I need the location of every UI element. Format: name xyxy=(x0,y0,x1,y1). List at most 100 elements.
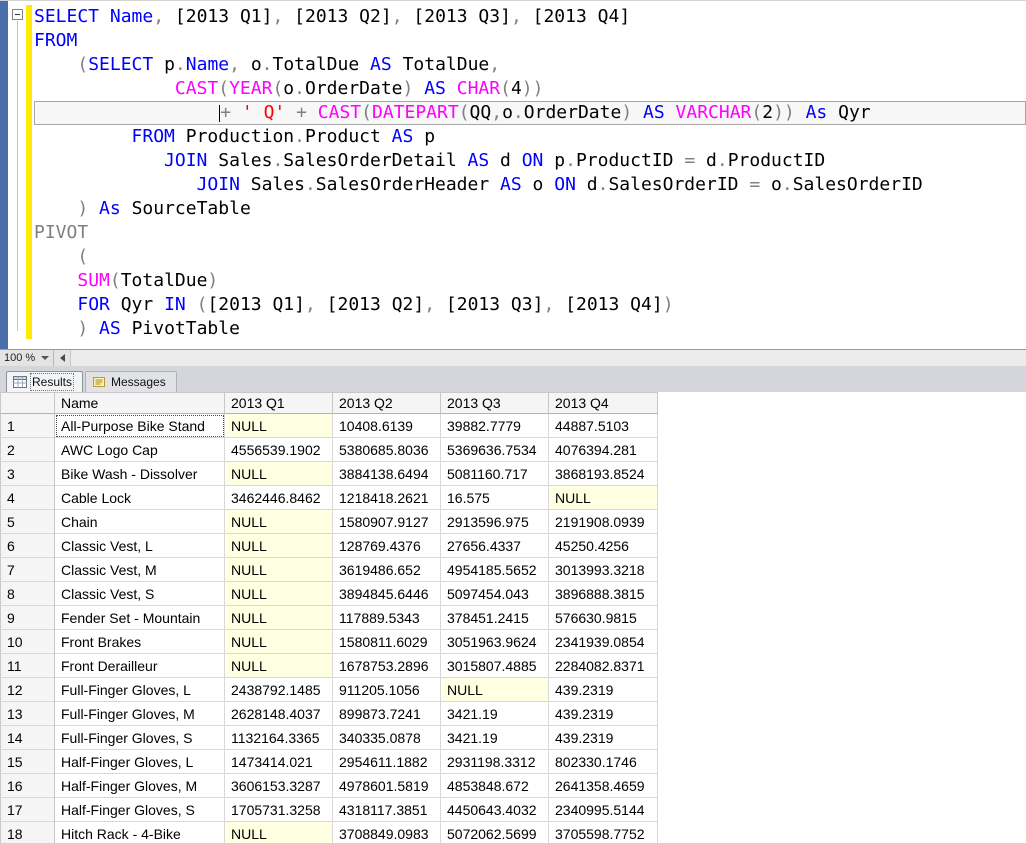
cell[interactable]: Chain xyxy=(55,510,225,534)
cell[interactable]: AWC Logo Cap xyxy=(55,438,225,462)
cell[interactable]: 439.2319 xyxy=(549,678,658,702)
row-number[interactable]: 14 xyxy=(0,726,55,750)
row-number[interactable]: 16 xyxy=(0,774,55,798)
cell[interactable]: 1580811.6029 xyxy=(333,630,441,654)
query-editor[interactable]: SELECT Name, [2013 Q1], [2013 Q2], [2013… xyxy=(0,1,1026,349)
cell[interactable]: 4318117.3851 xyxy=(333,798,441,822)
tab-results[interactable]: Results xyxy=(6,371,83,392)
cell[interactable]: NULL xyxy=(225,822,333,843)
code-line[interactable]: JOIN Sales.SalesOrderDetail AS d ON p.Pr… xyxy=(34,149,1026,173)
cell[interactable]: 2628148.4037 xyxy=(225,702,333,726)
row-number[interactable]: 2 xyxy=(0,438,55,462)
column-header[interactable]: 2013 Q2 xyxy=(333,392,441,414)
cell[interactable]: NULL xyxy=(225,558,333,582)
cell[interactable]: Fender Set - Mountain xyxy=(55,606,225,630)
cell[interactable]: 4076394.281 xyxy=(549,438,658,462)
cell[interactable]: 802330.1746 xyxy=(549,750,658,774)
column-header[interactable]: 2013 Q3 xyxy=(441,392,549,414)
row-number[interactable]: 7 xyxy=(0,558,55,582)
cell[interactable]: 3884138.6494 xyxy=(333,462,441,486)
cell[interactable]: 4450643.4032 xyxy=(441,798,549,822)
cell[interactable]: 2191908.0939 xyxy=(549,510,658,534)
code-line[interactable]: CAST(YEAR(o.OrderDate) AS CHAR(4)) xyxy=(34,77,1026,101)
cell[interactable]: 378451.2415 xyxy=(441,606,549,630)
row-number[interactable]: 13 xyxy=(0,702,55,726)
code-line[interactable]: PIVOT xyxy=(34,221,1026,245)
column-header[interactable]: 2013 Q1 xyxy=(225,392,333,414)
cell[interactable]: 3896888.3815 xyxy=(549,582,658,606)
cell[interactable]: 2341939.0854 xyxy=(549,630,658,654)
cell[interactable]: 5081160.717 xyxy=(441,462,549,486)
row-number[interactable]: 11 xyxy=(0,654,55,678)
cell[interactable]: 16.575 xyxy=(441,486,549,510)
cell[interactable]: 10408.6139 xyxy=(333,414,441,438)
code-line[interactable]: FROM Production.Product AS p xyxy=(34,125,1026,149)
cell[interactable]: Cable Lock xyxy=(55,486,225,510)
cell[interactable]: 3619486.652 xyxy=(333,558,441,582)
cell[interactable]: 3421.19 xyxy=(441,726,549,750)
cell[interactable]: 576630.9815 xyxy=(549,606,658,630)
cell[interactable]: 2913596.975 xyxy=(441,510,549,534)
row-number[interactable]: 15 xyxy=(0,750,55,774)
cell[interactable]: 4954185.5652 xyxy=(441,558,549,582)
cell[interactable]: 340335.0878 xyxy=(333,726,441,750)
code-line[interactable]: ( xyxy=(34,245,1026,269)
corner-header[interactable] xyxy=(0,392,55,414)
row-number[interactable]: 8 xyxy=(0,582,55,606)
cell[interactable]: Bike Wash - Dissolver xyxy=(55,462,225,486)
cell[interactable]: 3894845.6446 xyxy=(333,582,441,606)
row-number[interactable]: 9 xyxy=(0,606,55,630)
cell[interactable]: 5072062.5699 xyxy=(441,822,549,843)
cell[interactable]: 3606153.3287 xyxy=(225,774,333,798)
cell[interactable]: NULL xyxy=(549,486,658,510)
cell[interactable]: 4556539.1902 xyxy=(225,438,333,462)
cell[interactable]: 2931198.3312 xyxy=(441,750,549,774)
cell[interactable]: Half-Finger Gloves, L xyxy=(55,750,225,774)
code-line[interactable]: FROM xyxy=(34,29,1026,53)
row-number[interactable]: 6 xyxy=(0,534,55,558)
code-area[interactable]: SELECT Name, [2013 Q1], [2013 Q2], [2013… xyxy=(34,5,1026,349)
cell[interactable]: 128769.4376 xyxy=(333,534,441,558)
cell[interactable]: NULL xyxy=(225,462,333,486)
cell[interactable]: 5380685.8036 xyxy=(333,438,441,462)
cell[interactable]: NULL xyxy=(225,606,333,630)
zoom-control[interactable]: 100 % xyxy=(0,350,54,366)
code-line-highlighted[interactable]: + ' Q' + CAST(DATEPART(QQ,o.OrderDate) A… xyxy=(34,101,1026,125)
cell[interactable]: NULL xyxy=(441,678,549,702)
cell[interactable]: Full-Finger Gloves, M xyxy=(55,702,225,726)
cell[interactable]: Front Brakes xyxy=(55,630,225,654)
cell[interactable]: Hitch Rack - 4-Bike xyxy=(55,822,225,843)
cell[interactable]: Full-Finger Gloves, L xyxy=(55,678,225,702)
row-number[interactable]: 3 xyxy=(0,462,55,486)
code-line[interactable]: ) As SourceTable xyxy=(34,197,1026,221)
cell[interactable]: 899873.7241 xyxy=(333,702,441,726)
cell[interactable]: 911205.1056 xyxy=(333,678,441,702)
cell[interactable]: Classic Vest, M xyxy=(55,558,225,582)
cell[interactable]: 3705598.7752 xyxy=(549,822,658,843)
cell[interactable]: Classic Vest, L xyxy=(55,534,225,558)
scroll-left-button[interactable] xyxy=(54,350,71,366)
cell[interactable]: 1705731.3258 xyxy=(225,798,333,822)
cell[interactable]: 3051963.9624 xyxy=(441,630,549,654)
code-collapse-toggle[interactable] xyxy=(12,9,23,20)
code-line[interactable]: SUM(TotalDue) xyxy=(34,269,1026,293)
row-number[interactable]: 5 xyxy=(0,510,55,534)
cell[interactable]: 3462446.8462 xyxy=(225,486,333,510)
cell[interactable]: 1218418.2621 xyxy=(333,486,441,510)
cell[interactable]: 3421.19 xyxy=(441,702,549,726)
column-header[interactable]: Name xyxy=(55,392,225,414)
code-line[interactable]: SELECT Name, [2013 Q1], [2013 Q2], [2013… xyxy=(34,5,1026,29)
cell[interactable]: 117889.5343 xyxy=(333,606,441,630)
cell[interactable]: Half-Finger Gloves, M xyxy=(55,774,225,798)
row-number[interactable]: 18 xyxy=(0,822,55,843)
row-number[interactable]: 4 xyxy=(0,486,55,510)
cell[interactable]: 439.2319 xyxy=(549,702,658,726)
row-number[interactable]: 12 xyxy=(0,678,55,702)
column-header[interactable]: 2013 Q4 xyxy=(549,392,658,414)
cell[interactable]: 2340995.5144 xyxy=(549,798,658,822)
cell[interactable]: 1473414.021 xyxy=(225,750,333,774)
cell[interactable]: 2438792.1485 xyxy=(225,678,333,702)
cell[interactable]: 3868193.8524 xyxy=(549,462,658,486)
cell[interactable]: NULL xyxy=(225,630,333,654)
cell[interactable]: 1132164.3365 xyxy=(225,726,333,750)
